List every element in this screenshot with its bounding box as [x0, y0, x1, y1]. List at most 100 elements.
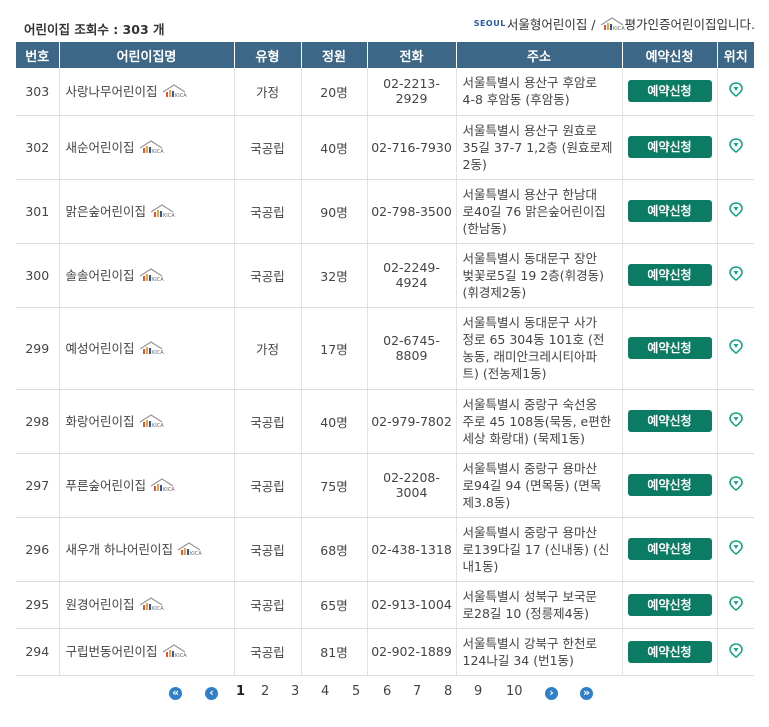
daycare-name[interactable]: 솔솔어린이집: [66, 268, 135, 283]
reserve-cell: 예약신청: [622, 628, 718, 676]
type-cell: 국공립: [234, 453, 302, 518]
table-row: 295원경어린이집KICAC국공립65명02-913-1004서울특별시 성북구…: [16, 581, 754, 629]
capacity-cell: 65명: [301, 581, 368, 629]
address-cell: 서울특별시 용산구 후암로 4-8 후암동 (후암동): [456, 68, 623, 116]
table-row: 296새우개 하나어린이집KICAC국공립68명02-438-1318서울특별시…: [16, 517, 754, 582]
address-line: 세상 화랑대) (묵제1동): [462, 430, 586, 446]
kicac-icon: KICAC: [138, 413, 167, 432]
map-pin-icon[interactable]: [728, 595, 743, 614]
row-number: 302: [16, 115, 60, 180]
reserve-cell: 예약신청: [622, 581, 718, 629]
svg-text:KICAC: KICAC: [163, 487, 175, 493]
name-cell: 맑은숲어린이집 KICAC: [59, 179, 235, 244]
map-pin-icon[interactable]: [728, 476, 743, 494]
result-bar: 어린이집 조회수 : 303 개 SEOUL 서울형어린이집 / KICAC 평…: [16, 10, 755, 37]
kicac-icon: KICAC: [149, 477, 179, 496]
daycare-name[interactable]: 예성어린이집: [66, 341, 135, 356]
page-link-1[interactable]: 1: [236, 684, 245, 699]
next-page-icon[interactable]: ›: [545, 686, 558, 700]
page-link-7[interactable]: 7: [413, 684, 421, 699]
address-cell: 서울특별시 중랑구 용마산 로94길 94 (면목동) (면목 제3.8동): [456, 453, 623, 518]
address-line: 로94길 94 (면목동) (면목: [462, 477, 602, 493]
address-cell: 서울특별시 중랑구 숙선옹 주로 45 108동(묵동, e편한 세상 화랑대) (…: [456, 389, 623, 454]
address-line: 35길 37-7 1,2층 (원효로제: [462, 139, 613, 155]
daycare-name[interactable]: 구립번동어린이집: [66, 644, 158, 659]
table-row: 294구립번동어린이집KICAC국공립81명02-902-1889서울특별시 강…: [16, 628, 754, 676]
address-line: 서울특별시 중랑구 용마산: [462, 524, 597, 540]
map-pin-icon[interactable]: [728, 412, 743, 430]
address-line: 내1동): [462, 558, 499, 574]
col-location: 위치: [717, 42, 754, 68]
name-cell: 새우개 하나어린이집 KICAC: [59, 517, 235, 582]
svg-text:KICAC: KICAC: [613, 26, 625, 32]
kicac-icon: KICAC: [138, 267, 167, 286]
row-number: 301: [16, 179, 60, 244]
reserve-button[interactable]: 예약신청: [627, 136, 712, 158]
first-page-icon[interactable]: «: [169, 686, 182, 700]
page-link-8[interactable]: 8: [444, 684, 452, 699]
kicac-icon: KICAC: [600, 16, 625, 32]
reserve-button[interactable]: 예약신청: [627, 80, 712, 103]
page-link-5[interactable]: 5: [352, 684, 360, 699]
map-pin-icon[interactable]: [728, 266, 743, 284]
phone-cell: 02-798-3500: [367, 179, 457, 244]
map-pin-icon[interactable]: [728, 138, 743, 156]
daycare-name[interactable]: 새우개 하나어린이집: [66, 542, 173, 557]
type-cell: 가정: [234, 68, 302, 116]
page-link-9[interactable]: 9: [474, 684, 482, 699]
page-link-4[interactable]: 4: [321, 684, 329, 699]
page-link-2[interactable]: 2: [261, 684, 269, 699]
daycare-name[interactable]: 화랑어린이집: [66, 414, 135, 429]
reserve-button[interactable]: 예약신청: [627, 474, 712, 496]
last-page-icon[interactable]: »: [580, 686, 593, 700]
map-pin-icon[interactable]: [728, 202, 743, 220]
col-phone: 전화: [367, 42, 457, 68]
reserve-button[interactable]: 예약신청: [627, 538, 712, 560]
address-line: 서울특별시 동대문구 사가: [462, 315, 597, 330]
reserve-button[interactable]: 예약신청: [627, 593, 712, 616]
map-pin-icon[interactable]: [728, 540, 743, 558]
location-cell: [717, 243, 754, 308]
reserve-button[interactable]: 예약신청: [627, 640, 712, 663]
address-line: 로40길 76 맑은숲어린이집: [462, 203, 606, 219]
prev-page-icon[interactable]: ‹: [205, 686, 218, 700]
svg-text:KICAC: KICAC: [152, 149, 164, 155]
address-cell: 서울특별시 중랑구 용마산 로139다길 17 (신내동) (신 내1동): [456, 517, 623, 582]
phone-cell: 02-2213-2929: [367, 68, 457, 116]
row-number: 296: [16, 517, 60, 582]
table-header: 번호 어린이집명 유형 정원 전화 주소 예약신청 위치: [16, 42, 754, 68]
page-link-10[interactable]: 10: [506, 684, 523, 699]
location-cell: [717, 628, 754, 676]
name-cell: 구립번동어린이집 KICAC: [59, 628, 235, 676]
reserve-cell: 예약신청: [622, 68, 718, 116]
phone-cell: 02-2208-3004: [367, 453, 457, 518]
address-line: 정로 65 304동 101호 (전: [462, 332, 605, 347]
seoul-logo-icon: SEOUL: [473, 19, 506, 28]
name-cell: 예성어린이집 KICAC: [59, 307, 235, 390]
reserve-button[interactable]: 예약신청: [627, 337, 712, 359]
type-cell: 국공립: [234, 115, 302, 180]
table-row: 299예성어린이집KICAC가정17명02-6745-8809서울특별시 동대문…: [16, 307, 754, 390]
address-line: 로139다길 17 (신내동) (신: [462, 541, 610, 557]
map-pin-icon[interactable]: [728, 642, 743, 661]
reserve-button[interactable]: 예약신청: [627, 410, 712, 432]
daycare-name[interactable]: 푸른숲어린이집: [66, 478, 147, 493]
location-cell: [717, 389, 754, 454]
daycare-name[interactable]: 사랑나무어린이집: [66, 84, 158, 99]
location-cell: [717, 115, 754, 180]
address-cell: 서울특별시 성북구 보국문 로28길 10 (정릉제4동): [456, 581, 623, 629]
kicac-icon: KICAC: [138, 139, 167, 158]
address-line: 124나길 34 (번1동): [462, 652, 574, 668]
daycare-name[interactable]: 원경어린이집: [66, 597, 135, 612]
daycare-name[interactable]: 새순어린이집: [66, 140, 135, 155]
reserve-button[interactable]: 예약신청: [627, 264, 712, 286]
map-pin-icon[interactable]: [728, 339, 743, 357]
address-line: 주로 45 108동(묵동, e편한: [462, 413, 612, 429]
page-link-6[interactable]: 6: [383, 684, 391, 699]
reserve-button[interactable]: 예약신청: [627, 200, 712, 222]
result-count: 어린이집 조회수 : 303 개: [24, 22, 165, 37]
table-row: 298화랑어린이집KICAC국공립40명02-979-7802서울특별시 중랑구…: [16, 389, 754, 454]
daycare-name[interactable]: 맑은숲어린이집: [66, 204, 147, 219]
map-pin-icon[interactable]: [728, 82, 743, 100]
page-link-3[interactable]: 3: [291, 684, 299, 699]
